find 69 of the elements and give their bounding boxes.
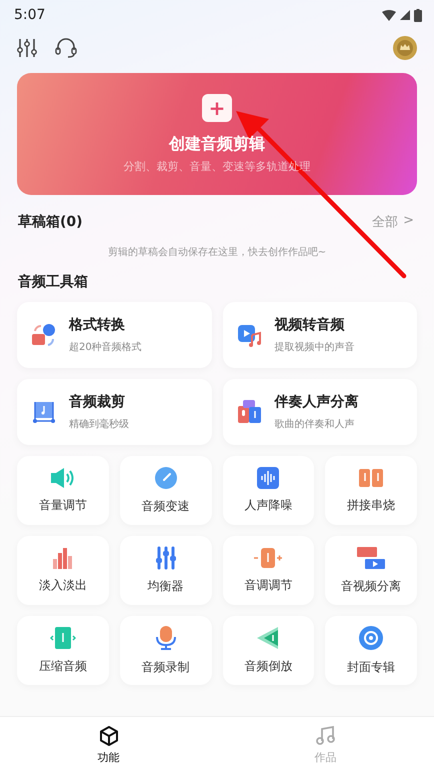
- tool-tile[interactable]: 压缩音频: [17, 616, 109, 685]
- banner-subtitle: 分割、裁剪、音量、变速等多轨道处理: [124, 159, 310, 174]
- section-title: 音频工具箱: [18, 274, 88, 290]
- crown-badge-icon[interactable]: [393, 36, 417, 60]
- tool-title: 伴奏人声分离: [274, 393, 358, 411]
- video-music-icon: [236, 322, 262, 348]
- tool-tile[interactable]: 均衡器: [120, 536, 212, 605]
- tool-label: 封面专辑: [347, 659, 396, 676]
- tool-label: 音频录制: [142, 659, 190, 676]
- battery-icon: [414, 8, 422, 22]
- add-icon: +: [202, 94, 232, 122]
- tool-label: 淡入淡出: [38, 577, 87, 594]
- compress-icon: [50, 626, 76, 650]
- tool-tile[interactable]: 人声降噪: [222, 456, 314, 525]
- voice-split-icon: [236, 399, 262, 425]
- tool-title: 视频转音频: [274, 316, 346, 334]
- music-notes-icon: [358, 467, 384, 489]
- tool-label: 压缩音频: [38, 658, 87, 675]
- tool-tile[interactable]: 音调调节: [222, 536, 314, 605]
- audio-trim-icon: [31, 399, 57, 425]
- tool-card[interactable]: 格式转换 超20种音频格式: [17, 302, 212, 368]
- tool-label: 音频变速: [142, 498, 190, 515]
- tool-title: 格式转换: [69, 316, 126, 334]
- rewind-icon: [256, 626, 280, 650]
- music-note-icon: [316, 726, 336, 746]
- tool-label: 音视频分离: [341, 578, 402, 595]
- equalizer-icon: [154, 546, 178, 570]
- empty-drafts-hint: 剪辑的草稿会自动保存在这里，快去创作作品吧~: [106, 246, 328, 259]
- tool-label: 拼接串烧: [347, 497, 396, 514]
- tool-tile[interactable]: 封面专辑: [325, 616, 417, 685]
- tool-tile[interactable]: 拼接串烧: [325, 456, 417, 525]
- bars-icon: [50, 547, 75, 569]
- section-title: 草稿箱(0): [18, 213, 83, 231]
- audio-video-icon: [356, 546, 386, 570]
- tool-tile[interactable]: 音频倒放: [222, 616, 314, 685]
- cube-icon: [98, 726, 118, 746]
- signal-icon: [400, 10, 410, 20]
- tool-tile[interactable]: 淡入淡出: [17, 536, 109, 605]
- status-time: 5:07: [14, 7, 46, 23]
- tool-tile[interactable]: 音视频分离: [325, 536, 417, 605]
- speaker-icon: [50, 467, 76, 489]
- tool-label: 音量调节: [38, 497, 87, 514]
- banner-title: 创建音频剪辑: [169, 134, 265, 155]
- tool-subtitle: 提取视频中的声音: [274, 340, 354, 354]
- disc-icon: [358, 625, 384, 651]
- tool-tile[interactable]: 音频录制: [120, 616, 212, 685]
- tool-tile[interactable]: 音量调节: [17, 456, 109, 525]
- sound-wave-icon: [257, 467, 280, 489]
- tool-tile[interactable]: 音频变速: [120, 456, 212, 525]
- tool-subtitle: 精确到毫秒级: [69, 418, 129, 431]
- create-audio-edit-banner[interactable]: + 创建音频剪辑 分割、裁剪、音量、变速等多轨道处理: [17, 73, 417, 195]
- speed-dial-icon: [154, 466, 178, 490]
- tool-card[interactable]: 音频裁剪 精确到毫秒级: [17, 379, 212, 445]
- tool-title: 音频裁剪: [69, 393, 126, 411]
- tool-card[interactable]: 伴奏人声分离 歌曲的伴奏和人声: [222, 379, 417, 445]
- nav-tab[interactable]: 功能: [0, 717, 217, 773]
- tool-label: 音调调节: [244, 577, 292, 594]
- microphone-icon: [154, 625, 177, 651]
- pitch-note-icon: [253, 547, 284, 569]
- tool-label: 人声降噪: [244, 497, 292, 514]
- tool-card[interactable]: 视频转音频 提取视频中的声音: [222, 302, 417, 368]
- tool-label: 音频倒放: [244, 658, 292, 675]
- tool-label: 均衡器: [148, 578, 184, 595]
- headset-icon[interactable]: [55, 37, 77, 59]
- convert-icon: [31, 322, 57, 348]
- sliders-icon[interactable]: [17, 38, 37, 58]
- tool-subtitle: 超20种音频格式: [69, 340, 142, 354]
- wifi-icon: [382, 10, 396, 20]
- tool-subtitle: 歌曲的伴奏和人声: [274, 418, 356, 431]
